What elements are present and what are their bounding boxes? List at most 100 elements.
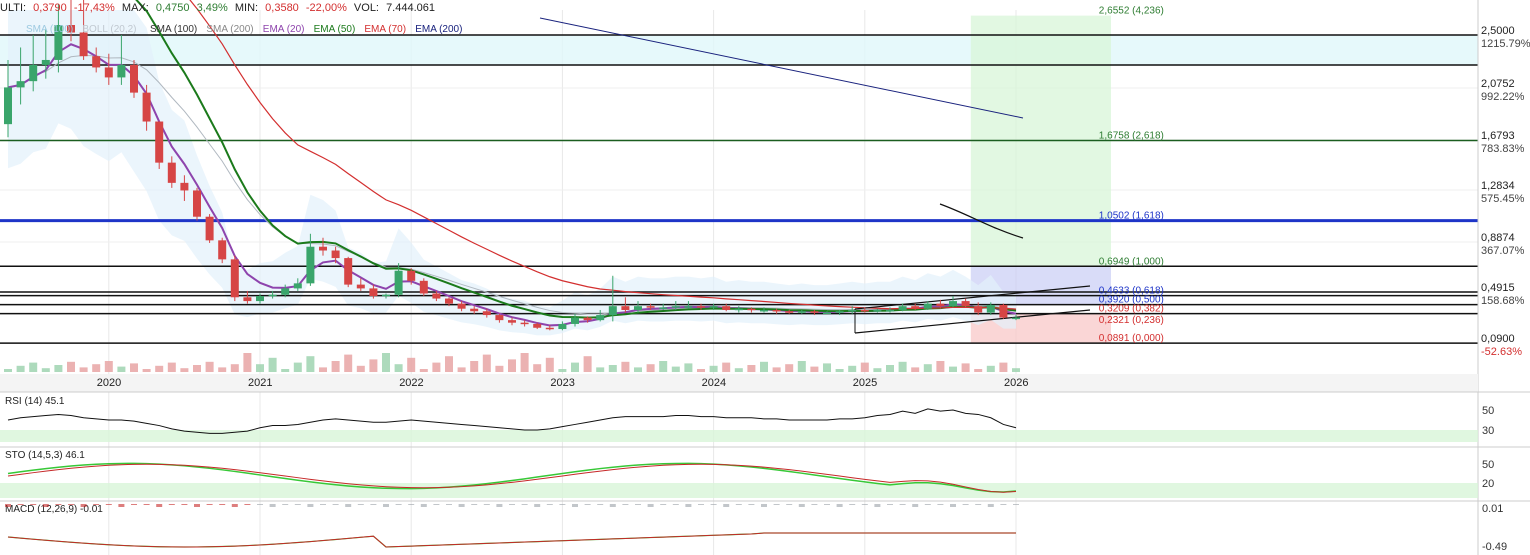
volume-bar	[923, 364, 932, 372]
fib-label-2: 1,0502 (1,618)	[1099, 211, 1164, 222]
macd-histogram-bar	[408, 504, 415, 505]
candle-body	[79, 32, 88, 57]
volume-bar	[671, 366, 680, 372]
sto-label: STO (14,5,3) 46.1	[5, 450, 85, 461]
macd-histogram-bar	[458, 504, 465, 507]
price-chart[interactable]: 2,6552 (4,236) 1,6758 (2,618) 1,0502 (1,61…	[0, 0, 1530, 555]
pct-tick: -52.63%	[1481, 346, 1522, 358]
volume-bar	[634, 367, 642, 372]
volume-bar	[886, 365, 894, 372]
volume-bar	[873, 368, 882, 372]
rsi-tick-30: 30	[1482, 425, 1494, 437]
volume-bar	[659, 361, 668, 372]
legend-item: BOLL (20,2)	[82, 24, 136, 35]
candle-body	[1012, 317, 1020, 320]
pct-tick: 575.45%	[1481, 193, 1525, 205]
candle-body	[495, 315, 504, 321]
fib-label-1: 1,6758 (2,618)	[1099, 130, 1164, 141]
rsi-tick-50: 50	[1482, 405, 1494, 417]
macd-histogram-bar	[786, 504, 793, 505]
volume-bar	[29, 362, 38, 372]
macd-histogram-bar	[156, 504, 163, 507]
macd-histogram-bar	[987, 504, 994, 507]
macd-histogram-bar	[572, 504, 578, 507]
volume-bar	[986, 365, 995, 372]
candle-body	[445, 298, 453, 304]
macd-histogram-bar	[735, 504, 742, 505]
macd-histogram-bar	[131, 504, 137, 505]
macd-histogram-bar	[294, 504, 301, 505]
macd-histogram-bar	[597, 504, 604, 505]
candle-body	[571, 317, 579, 324]
time-label-2021: 2021	[248, 377, 272, 389]
volume-bar	[823, 363, 831, 372]
volume-bar	[281, 369, 290, 372]
volume-bar	[747, 365, 756, 372]
sto-oversold-zone	[0, 483, 1478, 498]
volume-bar	[218, 367, 227, 372]
legend-item: EMA (50)	[314, 24, 356, 35]
candle-body	[583, 317, 592, 321]
macd-histogram-bar	[1013, 504, 1019, 505]
volume-bar	[949, 366, 957, 372]
sto-tick-20: 20	[1482, 478, 1494, 490]
candle-body	[243, 297, 252, 302]
legend-item: EMA (200)	[415, 24, 462, 35]
candle-body	[369, 288, 378, 297]
candle-body	[936, 303, 945, 307]
macd-histogram-bar	[811, 504, 818, 505]
macd-histogram-bar	[483, 504, 490, 505]
candle-body	[319, 246, 327, 251]
candle-body	[407, 270, 416, 281]
candle-body	[356, 284, 365, 289]
macd-histogram-bar	[609, 504, 616, 507]
volume-bar	[155, 365, 164, 372]
candle-body	[130, 64, 138, 93]
volume-bar	[772, 367, 781, 372]
candle-body	[155, 121, 164, 163]
price-tick: 0,8874	[1481, 232, 1515, 244]
candle-body	[508, 320, 516, 323]
candle-body	[533, 323, 542, 328]
candle-body	[16, 81, 25, 88]
candle-body	[760, 309, 768, 312]
volume-bar	[79, 367, 88, 372]
volume-bar	[16, 365, 25, 372]
macd-tick-bottom: -0.49	[1482, 541, 1507, 553]
candle-body	[180, 182, 189, 191]
macd-histogram-bar	[231, 504, 238, 507]
volume-bar	[193, 365, 201, 372]
min-label: MIN:	[234, 2, 259, 14]
volume-bar	[697, 369, 705, 372]
macd-histogram-bar	[80, 504, 87, 507]
last-label: ULTI:	[0, 2, 27, 14]
candle-body	[167, 162, 176, 183]
legend-item: EMA (20)	[263, 24, 305, 35]
last-value: 0,3790	[33, 2, 67, 14]
macd-histogram-bar	[30, 504, 37, 505]
volume-bar	[470, 361, 479, 372]
candle-body	[898, 306, 907, 310]
volume-bar	[810, 366, 819, 372]
candle-body	[747, 308, 756, 311]
candle-body	[104, 67, 113, 78]
volume-bar	[608, 365, 617, 372]
min-change: -22,00%	[305, 2, 347, 14]
max-label: MAX:	[121, 2, 149, 14]
price-tick: 2,5000	[1481, 25, 1515, 37]
macd-histogram-bar	[93, 504, 100, 505]
macd-histogram-bar	[773, 504, 780, 505]
volume-bar	[92, 364, 101, 372]
volume-bar	[684, 363, 693, 372]
price-tick: 1,2834	[1481, 180, 1515, 192]
candle-body	[697, 306, 705, 308]
macd-histogram-bar	[345, 504, 352, 507]
macd-histogram-bar	[647, 504, 654, 507]
legend-item: SMA (100)	[150, 24, 197, 35]
macd-histogram-bar	[17, 504, 24, 505]
macd-histogram-bar	[672, 504, 679, 505]
volume-bar	[457, 367, 466, 372]
candle-body	[659, 307, 668, 309]
macd-histogram-bar	[307, 504, 314, 507]
volume-bar	[709, 365, 718, 372]
